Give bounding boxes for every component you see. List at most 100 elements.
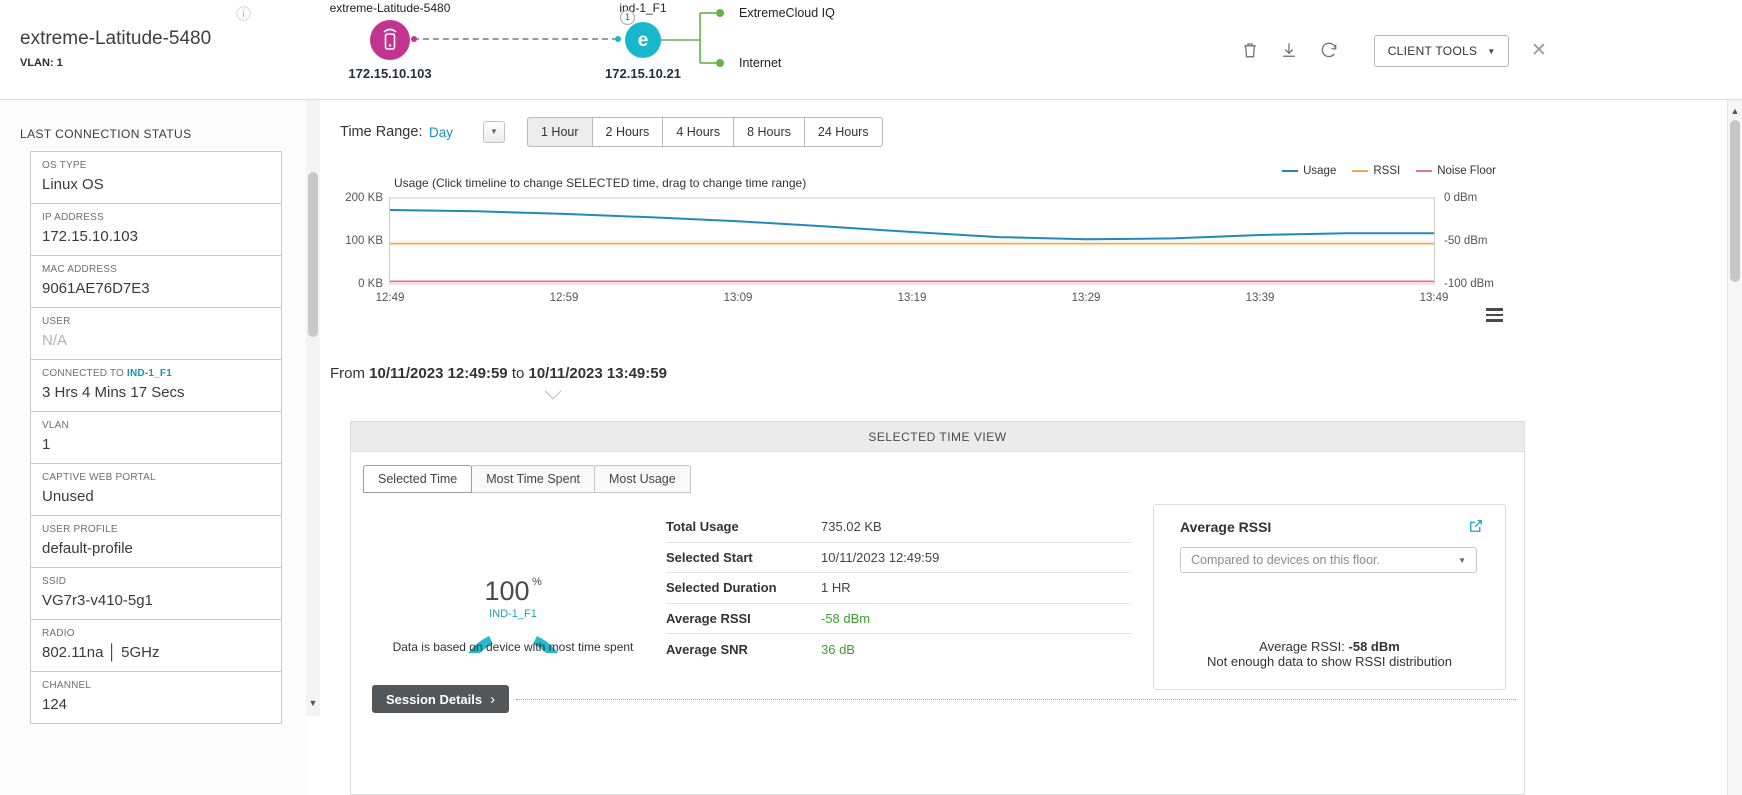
time-range-button-24-hours[interactable]: 24 Hours [804,117,883,147]
legend-item-noise-floor[interactable]: Noise Floor [1416,165,1496,177]
session-details-label: Session Details [386,692,482,707]
legend-label: RSSI [1373,165,1400,177]
time-range-dropdown-button[interactable]: ▼ [483,121,505,143]
chevron-down-icon: ▼ [1458,556,1466,565]
sidebar-heading: LAST CONNECTION STATUS [20,127,192,141]
hamburger-icon [1486,308,1503,322]
x-axis-tick: 13:49 [1420,292,1449,304]
legend-swatch [1282,170,1298,172]
sidebar-field-captive-web-portal: CAPTIVE WEB PORTALUnused [30,463,282,516]
time-spent-gauge: 100 % IND-1_F1 [453,533,573,653]
stat-value: 36 dB [821,642,855,657]
chart-menu-button[interactable] [1486,308,1503,322]
cloud-label: ExtremeCloud IQ [739,6,835,20]
field-value: 124 [42,696,270,714]
client-ip: 172.15.10.103 [330,66,450,81]
field-value: 3 Hrs 4 Mins 17 Secs [42,384,270,402]
legend-swatch [1352,170,1368,172]
client-tools-button[interactable]: CLIENT TOOLS ▼ [1374,35,1509,67]
time-range-button-4-hours[interactable]: 4 Hours [662,117,734,147]
time-range-button-2-hours[interactable]: 2 Hours [592,117,664,147]
from-datetime: 10/11/2023 12:49:59 [369,365,507,382]
session-details-button[interactable]: Session Details › [372,685,509,713]
tab-most-usage[interactable]: Most Usage [594,465,691,493]
client-endpoint-dot [411,36,417,42]
field-label: CAPTIVE WEB PORTAL [42,472,270,484]
scroll-down-arrow-icon[interactable]: ▼ [306,698,320,708]
x-axis-tick: 13:09 [724,292,753,304]
rssi-compare-dropdown[interactable]: Compared to devices on this floor. ▼ [1180,547,1477,573]
x-axis-tick: 12:59 [550,292,579,304]
time-range-label: Time Range: [340,124,422,140]
scroll-up-arrow-icon[interactable]: ▲ [1728,106,1742,116]
external-link-icon[interactable] [1467,517,1485,535]
main-scrollbar-thumb[interactable] [1730,120,1740,282]
legend-label: Noise Floor [1437,165,1496,177]
field-label: RADIO [42,628,270,640]
usage-chart-svg[interactable] [388,190,1437,286]
field-value: 802.11na │ 5GHz [42,644,270,662]
rssi-summary-line: Average RSSI: -58 dBm [1154,639,1505,654]
stat-label: Total Usage [666,519,821,534]
sidebar-scrollbar[interactable]: ▼ [306,100,320,716]
main-scrollbar[interactable]: ▲ [1727,100,1742,795]
stat-value: -58 dBm [821,611,870,626]
rssi-compare-dropdown-value: Compared to devices on this floor. [1191,553,1380,567]
stat-row-selected-start: Selected Start10/11/2023 12:49:59 [666,543,1131,574]
field-value: N/A [42,332,270,350]
close-button[interactable]: ✕ [1531,39,1547,62]
download-icon [1279,40,1299,60]
ap-ip: 172.15.10.21 [583,66,703,81]
tab-selected-time[interactable]: Selected Time [363,465,472,493]
x-axis-tick: 13:29 [1072,292,1101,304]
y-axis-left-tick: 0 KB [358,278,383,290]
chart-legend: Usage RSSI Noise Floor [1230,165,1496,177]
client-node-icon[interactable] [370,20,410,60]
panel-header: SELECTED TIME VIEW [351,422,1524,452]
view-tabs: Selected TimeMost Time SpentMost Usage [364,465,691,493]
legend-item-rssi[interactable]: RSSI [1352,165,1400,177]
connected-to-link[interactable]: IND-1_F1 [124,368,172,379]
delete-button[interactable] [1240,40,1260,60]
gauge-value: 100 [484,576,529,606]
y-axis-right-tick: -100 dBm [1444,278,1494,290]
chart-x-axis: 12:4912:5913:0913:1913:2913:3913:49 [388,292,1437,307]
rssi-summary: Average RSSI: -58 dBm Not enough data to… [1154,639,1505,669]
topology-connection-line [413,38,618,40]
field-label: CHANNEL [42,680,270,692]
legend-item-usage[interactable]: Usage [1282,165,1336,177]
stat-row-selected-duration: Selected Duration1 HR [666,573,1131,604]
time-range-button-1-hour[interactable]: 1 Hour [527,117,593,147]
device-icon [370,20,410,60]
rssi-summary-note: Not enough data to show RSSI distributio… [1154,654,1505,669]
legend-swatch [1416,170,1432,172]
tab-most-time-spent[interactable]: Most Time Spent [471,465,595,493]
sidebar-scrollbar-thumb[interactable] [308,172,318,337]
field-label: SSID [42,576,270,588]
sidebar-field-os-type: OS TYPELinux OS [30,151,282,204]
from-label: From [330,365,365,382]
field-label: IP ADDRESS [42,212,270,224]
field-value: VG7r3-v410-5g1 [42,592,270,610]
sidebar-field-mac-address: MAC ADDRESS9061AE76D7E3 [30,255,282,308]
gauge-unit: % [532,576,542,588]
time-range-buttons: 1 Hour2 Hours4 Hours8 Hours24 Hours [527,117,883,147]
client-tools-label: CLIENT TOOLS [1388,44,1478,58]
gauge-caption: Data is based on device with most time s… [373,640,653,654]
field-value: default-profile [42,540,270,558]
stat-label: Selected Duration [666,580,821,595]
field-value: Linux OS [42,176,270,194]
refresh-button[interactable] [1319,40,1339,60]
time-range-dropdown-value[interactable]: Day [429,125,453,140]
stat-value: 1 HR [821,580,851,595]
uplink-connector-lines [661,6,736,68]
field-label: VLAN [42,420,270,432]
sidebar-field-user: USERN/A [30,307,282,360]
x-axis-tick: 13:39 [1246,292,1275,304]
page-title: extreme-Latitude-5480 [20,28,211,50]
ap-node-icon[interactable]: e [625,22,661,58]
download-button[interactable] [1279,40,1299,60]
time-range-button-8-hours[interactable]: 8 Hours [733,117,805,147]
sidebar-field-connected-to: CONNECTED TO IND-1_F13 Hrs 4 Mins 17 Sec… [30,359,282,412]
chevron-down-icon: ▼ [1487,47,1495,56]
